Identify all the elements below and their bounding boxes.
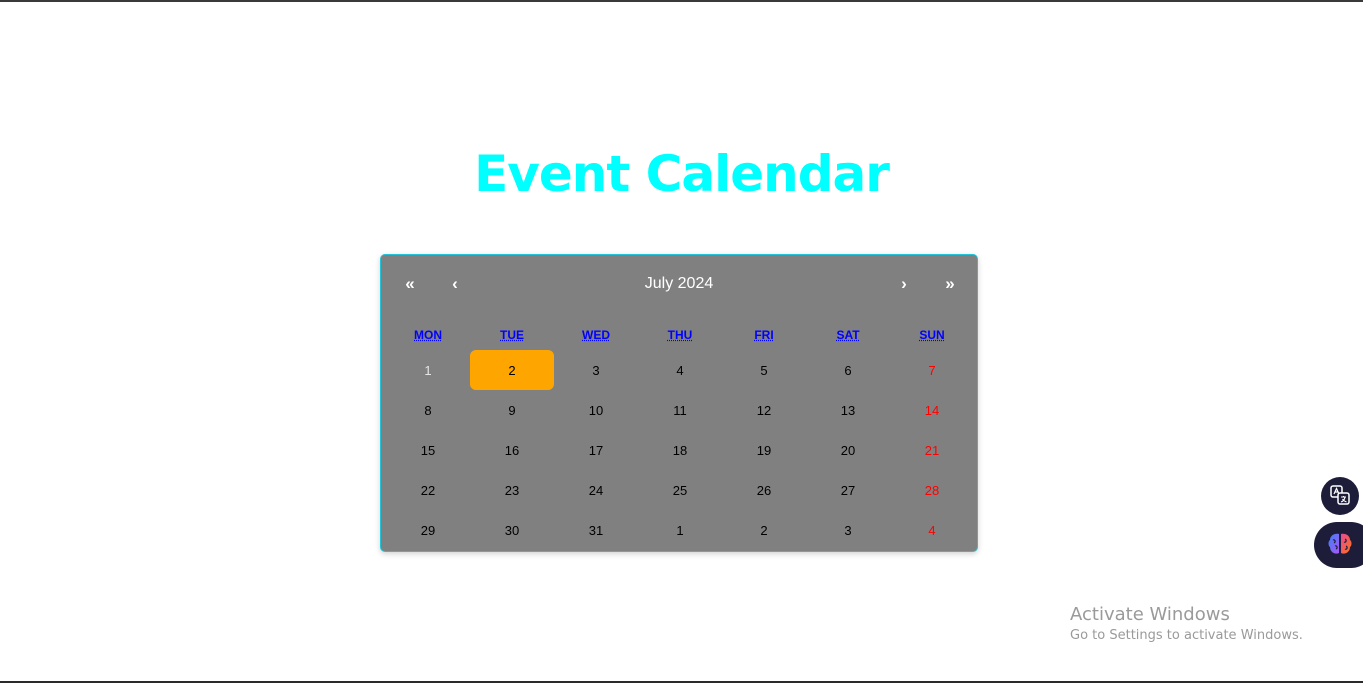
weekday-label: TUE	[500, 328, 524, 342]
day-tile[interactable]: 14	[890, 390, 974, 430]
day-tile[interactable]: 3	[554, 350, 638, 390]
day-tile[interactable]: 16	[470, 430, 554, 470]
weekday-sun: SUN	[890, 325, 974, 345]
day-tile[interactable]: 5	[722, 350, 806, 390]
weekday-tue: TUE	[470, 325, 554, 345]
day-tile[interactable]: 18	[638, 430, 722, 470]
next-year-button[interactable]: »	[927, 271, 973, 297]
prev-month-button[interactable]: ‹	[432, 271, 478, 297]
day-tile[interactable]: 3	[806, 510, 890, 550]
weekday-label: MON	[414, 328, 442, 342]
day-tile[interactable]: 29	[386, 510, 470, 550]
weekday-sat: SAT	[806, 325, 890, 345]
day-tile[interactable]: 17	[554, 430, 638, 470]
day-tile[interactable]: 6	[806, 350, 890, 390]
day-tile[interactable]: 20	[806, 430, 890, 470]
day-tile[interactable]: 4	[638, 350, 722, 390]
page-title: Event Calendar	[474, 145, 890, 203]
weekday-label: FRI	[754, 328, 774, 342]
calendar-widget: « ‹ July 2024 › » MON TUE WED THU FRI SAT SUN …	[380, 254, 978, 552]
day-tile[interactable]: 12	[722, 390, 806, 430]
day-tile[interactable]: 7	[890, 350, 974, 390]
weekday-header-row: MON TUE WED THU FRI SAT SUN	[386, 325, 974, 345]
day-tile[interactable]: 15	[386, 430, 470, 470]
day-tile[interactable]: 24	[554, 470, 638, 510]
day-tile[interactable]: 22	[386, 470, 470, 510]
translate-button[interactable]	[1321, 477, 1359, 515]
day-tile[interactable]: 25	[638, 470, 722, 510]
day-tile[interactable]: 10	[554, 390, 638, 430]
weekday-label: SUN	[919, 328, 945, 342]
day-tile[interactable]: 8	[386, 390, 470, 430]
day-tile[interactable]: 4	[890, 510, 974, 550]
day-tile[interactable]: 26	[722, 470, 806, 510]
day-tile[interactable]: 21	[890, 430, 974, 470]
brain-icon	[1326, 531, 1354, 560]
weekday-wed: WED	[554, 325, 638, 345]
day-tile[interactable]: 31	[554, 510, 638, 550]
day-tile[interactable]: 30	[470, 510, 554, 550]
day-tile[interactable]: 27	[806, 470, 890, 510]
weekday-fri: FRI	[722, 325, 806, 345]
weekday-label: WED	[582, 328, 610, 342]
day-tile-today[interactable]: 2	[470, 350, 554, 390]
windows-activation-watermark: Activate Windows Go to Settings to activ…	[1070, 604, 1303, 646]
weekday-thu: THU	[638, 325, 722, 345]
weekday-label: SAT	[836, 328, 860, 342]
day-tile[interactable]: 1	[638, 510, 722, 550]
brain-assistant-button[interactable]	[1314, 522, 1363, 568]
weekday-mon: MON	[386, 325, 470, 345]
day-tile[interactable]: 23	[470, 470, 554, 510]
days-grid: 1 2 3 4 5 6 7 8 9 10 11 12 13 14 15 16 17 18 19 20 21 22 23 24 2…	[386, 350, 974, 550]
day-tile[interactable]: 28	[890, 470, 974, 510]
weekday-label: THU	[667, 328, 693, 342]
watermark-subtitle: Go to Settings to activate Windows.	[1070, 628, 1303, 643]
prev-year-button[interactable]: «	[387, 271, 433, 297]
next-month-button[interactable]: ›	[881, 271, 927, 297]
day-tile[interactable]: 1	[386, 350, 470, 390]
day-tile[interactable]: 13	[806, 390, 890, 430]
day-tile[interactable]: 11	[638, 390, 722, 430]
watermark-title: Activate Windows	[1070, 604, 1230, 625]
month-label-button[interactable]: July 2024	[539, 271, 819, 297]
day-tile[interactable]: 19	[722, 430, 806, 470]
top-border	[0, 0, 1363, 2]
day-tile[interactable]: 2	[722, 510, 806, 550]
day-tile[interactable]: 9	[470, 390, 554, 430]
translate-icon	[1329, 484, 1351, 509]
